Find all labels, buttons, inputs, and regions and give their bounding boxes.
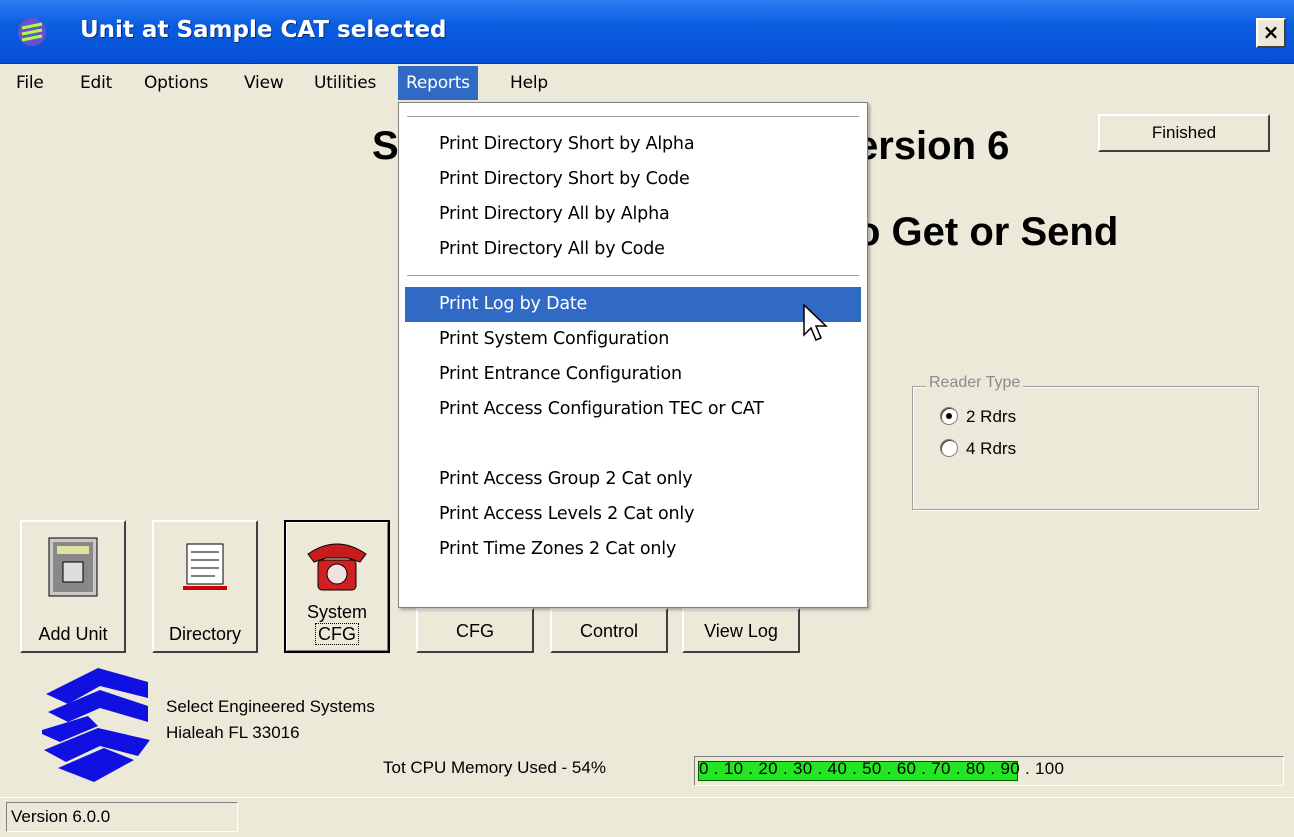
- memory-label: Tot CPU Memory Used - 54%: [383, 758, 606, 777]
- menu-item-directory-short-code[interactable]: Print Directory Short by Code: [405, 162, 861, 197]
- menu-separator: [407, 275, 859, 277]
- menu-item-entrance-configuration[interactable]: Print Entrance Configuration: [405, 357, 861, 392]
- menu-item-access-configuration[interactable]: Print Access Configuration TEC or CAT: [405, 392, 861, 427]
- reader-type-legend: Reader Type: [926, 374, 1024, 392]
- menu-separator: [407, 116, 859, 118]
- directory-button[interactable]: Directory: [152, 520, 258, 653]
- company-logo-icon: [42, 668, 150, 782]
- radio-button-icon[interactable]: [940, 406, 958, 425]
- finished-button[interactable]: Finished: [1098, 114, 1270, 152]
- access-control-label: Control: [579, 621, 639, 641]
- system-cfg-button[interactable]: System CFG: [284, 520, 390, 653]
- menu-file[interactable]: File: [8, 66, 52, 100]
- memory-gauge: 0 . 10 . 20 . 30 . 40 . 50 . 60 . 70 . 8…: [694, 756, 1284, 786]
- system-cfg-line2: CFG: [315, 623, 359, 645]
- menu-reports[interactable]: Reports: [398, 66, 478, 100]
- app-icon[interactable]: [16, 16, 48, 48]
- access-control-button[interactable]: Control: [550, 608, 668, 653]
- heading-title-left: S: [372, 124, 399, 168]
- menu-help[interactable]: Help: [502, 66, 556, 100]
- menu-item-system-configuration[interactable]: Print System Configuration: [405, 322, 861, 357]
- title-bar: Unit at Sample CAT selected ×: [0, 0, 1294, 64]
- radio-2-rdrs-label: 2 Rdrs: [966, 407, 1017, 426]
- menu-item-time-zones[interactable]: Print Time Zones 2 Cat only: [405, 532, 861, 567]
- rolodex-icon: [183, 543, 227, 590]
- company-name: Select Engineered Systems: [166, 697, 375, 716]
- menu-item-directory-short-alpha[interactable]: Print Directory Short by Alpha: [405, 127, 861, 162]
- menu-item-directory-all-code[interactable]: Print Directory All by Code: [405, 232, 861, 267]
- add-unit-icon: [48, 537, 98, 597]
- menu-bar: File Edit Options View Utilities Reports…: [0, 64, 1294, 102]
- menu-item-access-group[interactable]: Print Access Group 2 Cat only: [405, 462, 861, 497]
- version-status: Version 6.0.0: [6, 802, 238, 832]
- heading-title-right: ersion 6: [856, 124, 1010, 168]
- status-bar: Version 6.0.0: [0, 797, 1294, 837]
- system-cfg-line1: System: [306, 602, 367, 622]
- entrance-cfg-button[interactable]: CFG: [416, 608, 534, 653]
- radio-4-rdrs-label: 4 Rdrs: [966, 439, 1017, 458]
- radio-2-rdrs[interactable]: 2 Rdrs: [940, 404, 1016, 430]
- menu-item-directory-all-alpha[interactable]: Print Directory All by Alpha: [405, 197, 861, 232]
- radio-4-rdrs[interactable]: 4 Rdrs: [940, 436, 1016, 462]
- reports-dropdown-menu: Print Directory Short by Alpha Print Dir…: [398, 102, 868, 608]
- directory-label: Directory: [168, 624, 241, 644]
- mouse-cursor-icon: [803, 303, 828, 341]
- company-info: Select Engineered Systems Hialeah FL 330…: [166, 694, 375, 746]
- menu-utilities[interactable]: Utilities: [306, 66, 384, 100]
- heading-subtitle: o Get or Send: [856, 210, 1119, 254]
- finished-label: Finished: [1151, 123, 1217, 142]
- menu-item-access-levels[interactable]: Print Access Levels 2 Cat only: [405, 497, 861, 532]
- view-log-button[interactable]: View Log: [682, 608, 800, 653]
- menu-options[interactable]: Options: [136, 66, 216, 100]
- close-button[interactable]: ×: [1256, 18, 1286, 48]
- menu-edit[interactable]: Edit: [72, 66, 120, 100]
- menu-item-log-by-date[interactable]: Print Log by Date: [405, 287, 861, 322]
- window-title: Unit at Sample CAT selected: [80, 17, 447, 43]
- company-address: Hialeah FL 33016: [166, 723, 300, 742]
- radio-button-icon[interactable]: [940, 438, 958, 457]
- menu-view[interactable]: View: [236, 66, 292, 100]
- add-unit-label: Add Unit: [38, 624, 108, 644]
- add-unit-button[interactable]: Add Unit: [20, 520, 126, 653]
- memory-gauge-scale: 0 . 10 . 20 . 30 . 40 . 50 . 60 . 70 . 8…: [699, 759, 1065, 778]
- entrance-cfg-label: CFG: [456, 621, 494, 641]
- system-cfg-label: System CFG: [286, 601, 388, 645]
- telephone-icon: [307, 543, 367, 591]
- view-log-label: View Log: [704, 621, 778, 641]
